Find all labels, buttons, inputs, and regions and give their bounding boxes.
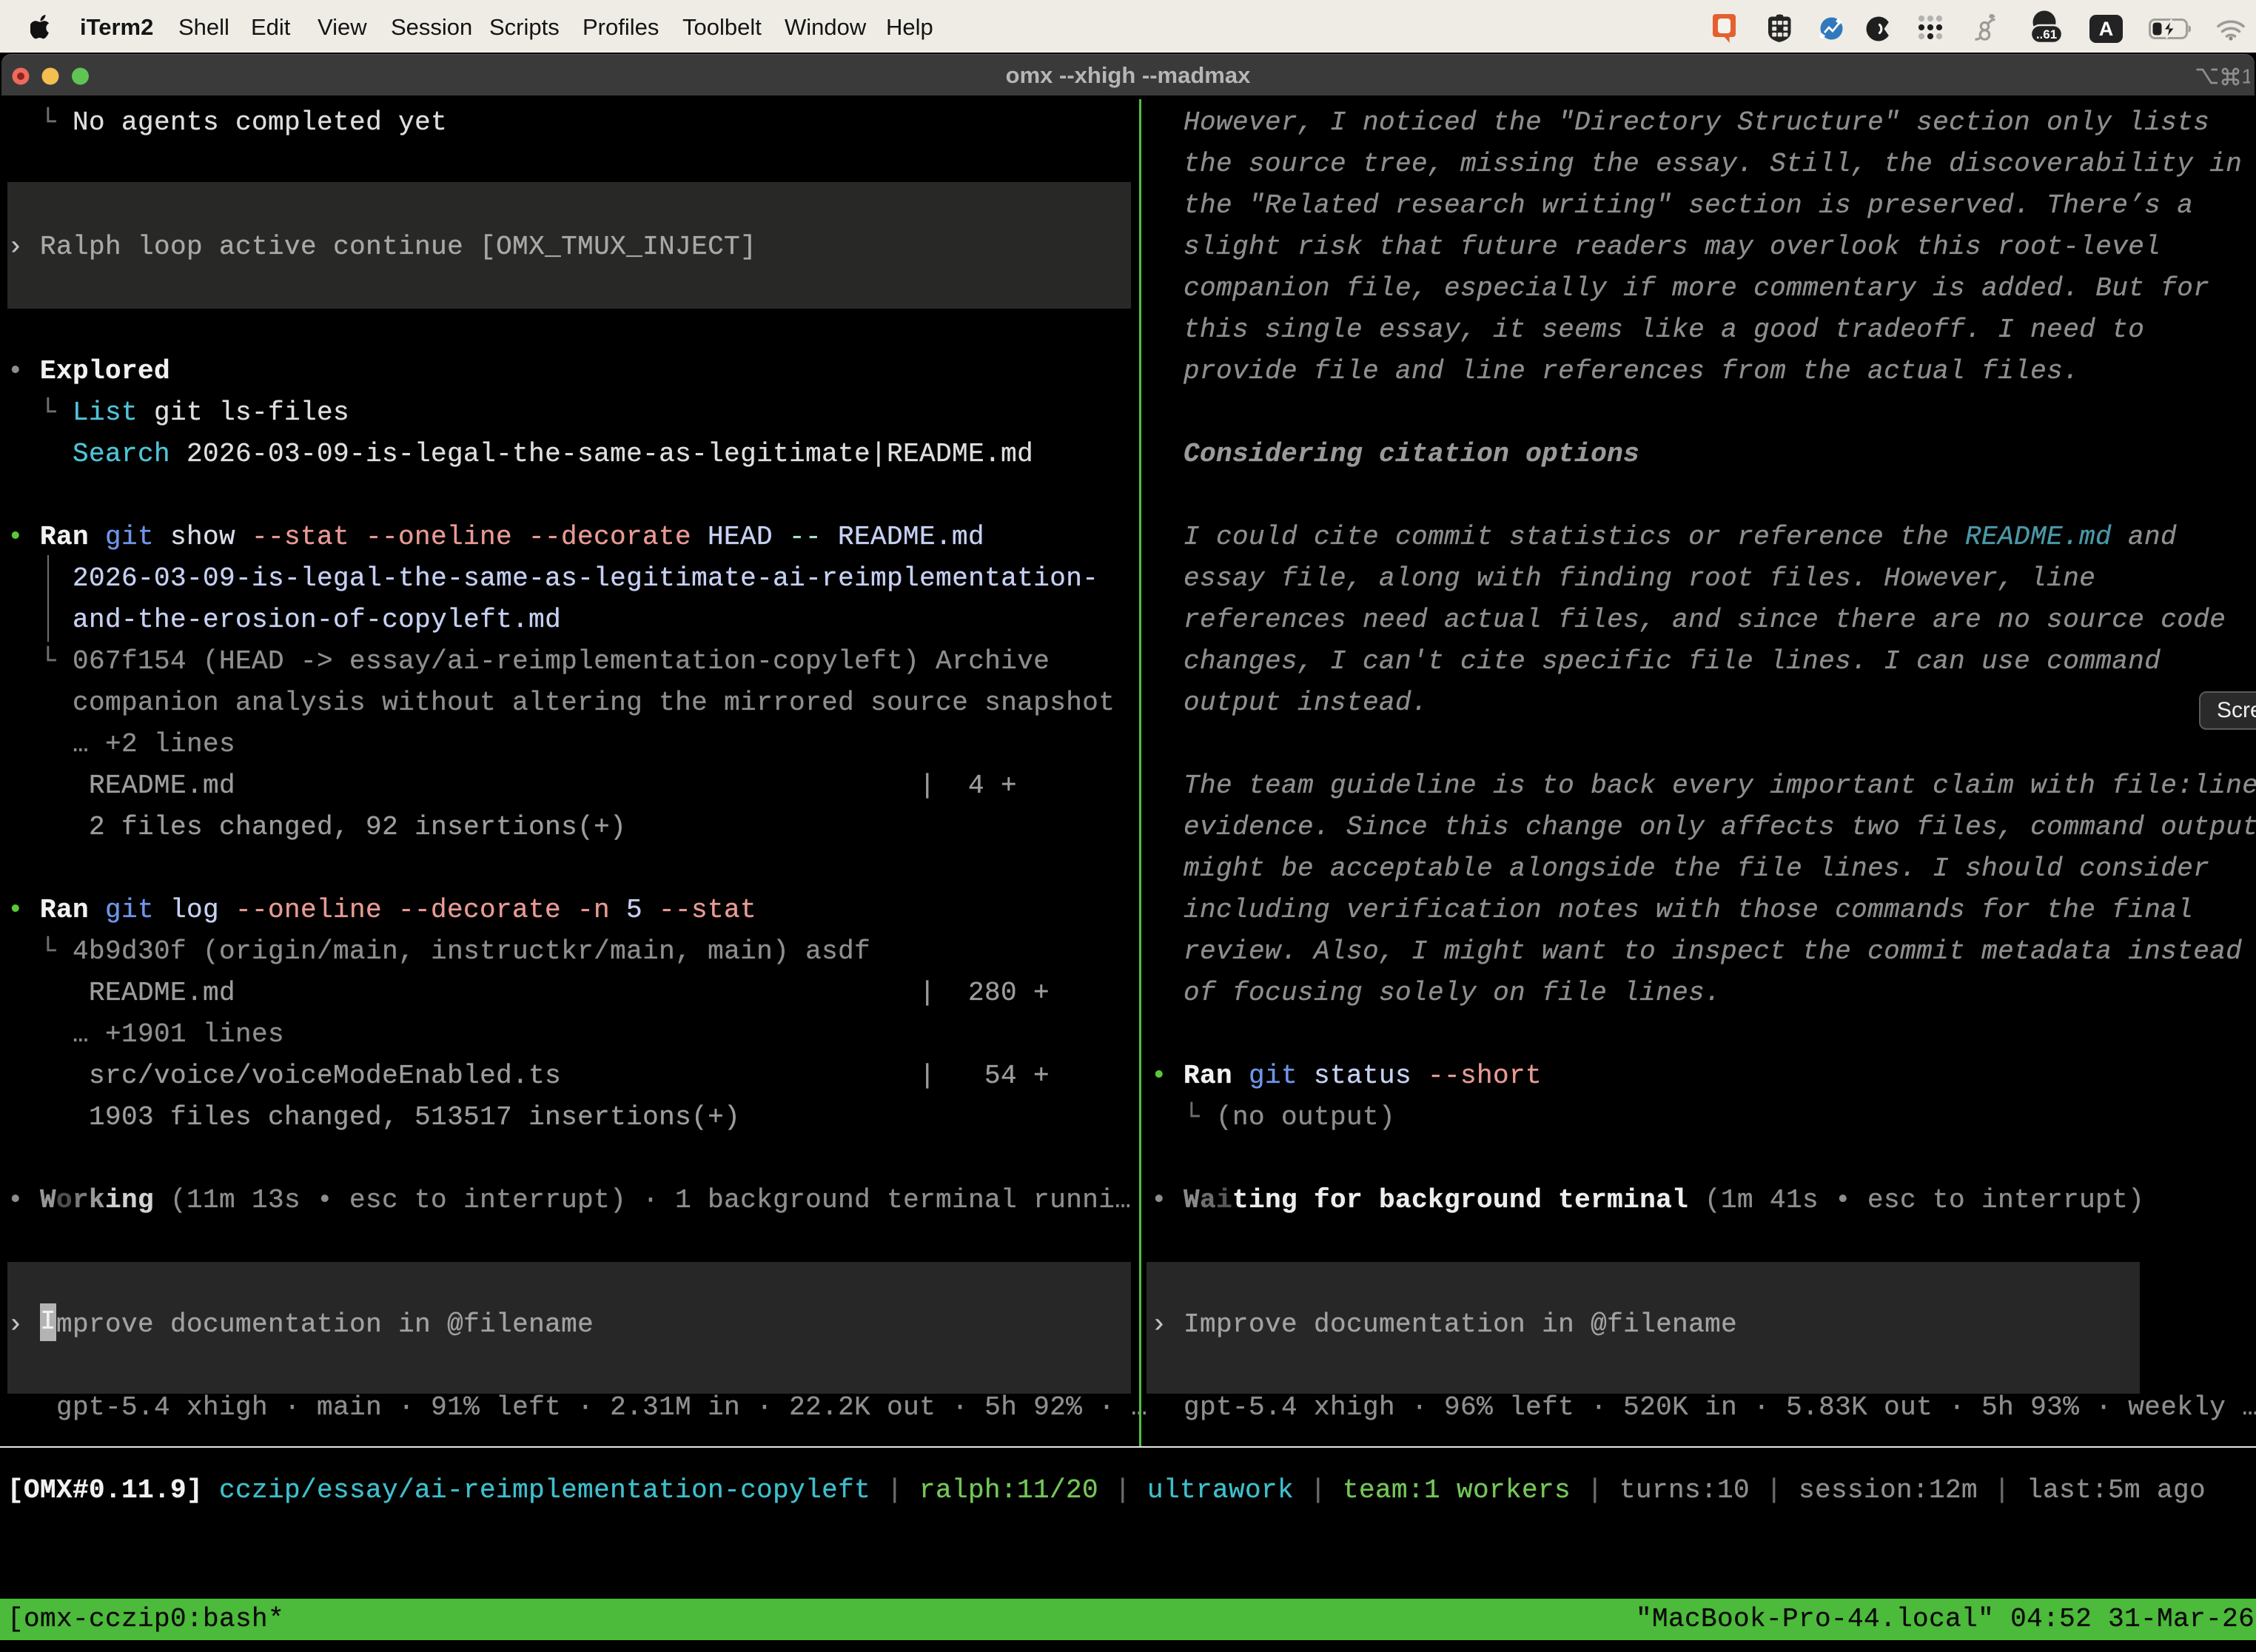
svg-text:1: 1 [2242, 65, 2251, 88]
svg-text:..61: ..61 [2036, 27, 2057, 41]
